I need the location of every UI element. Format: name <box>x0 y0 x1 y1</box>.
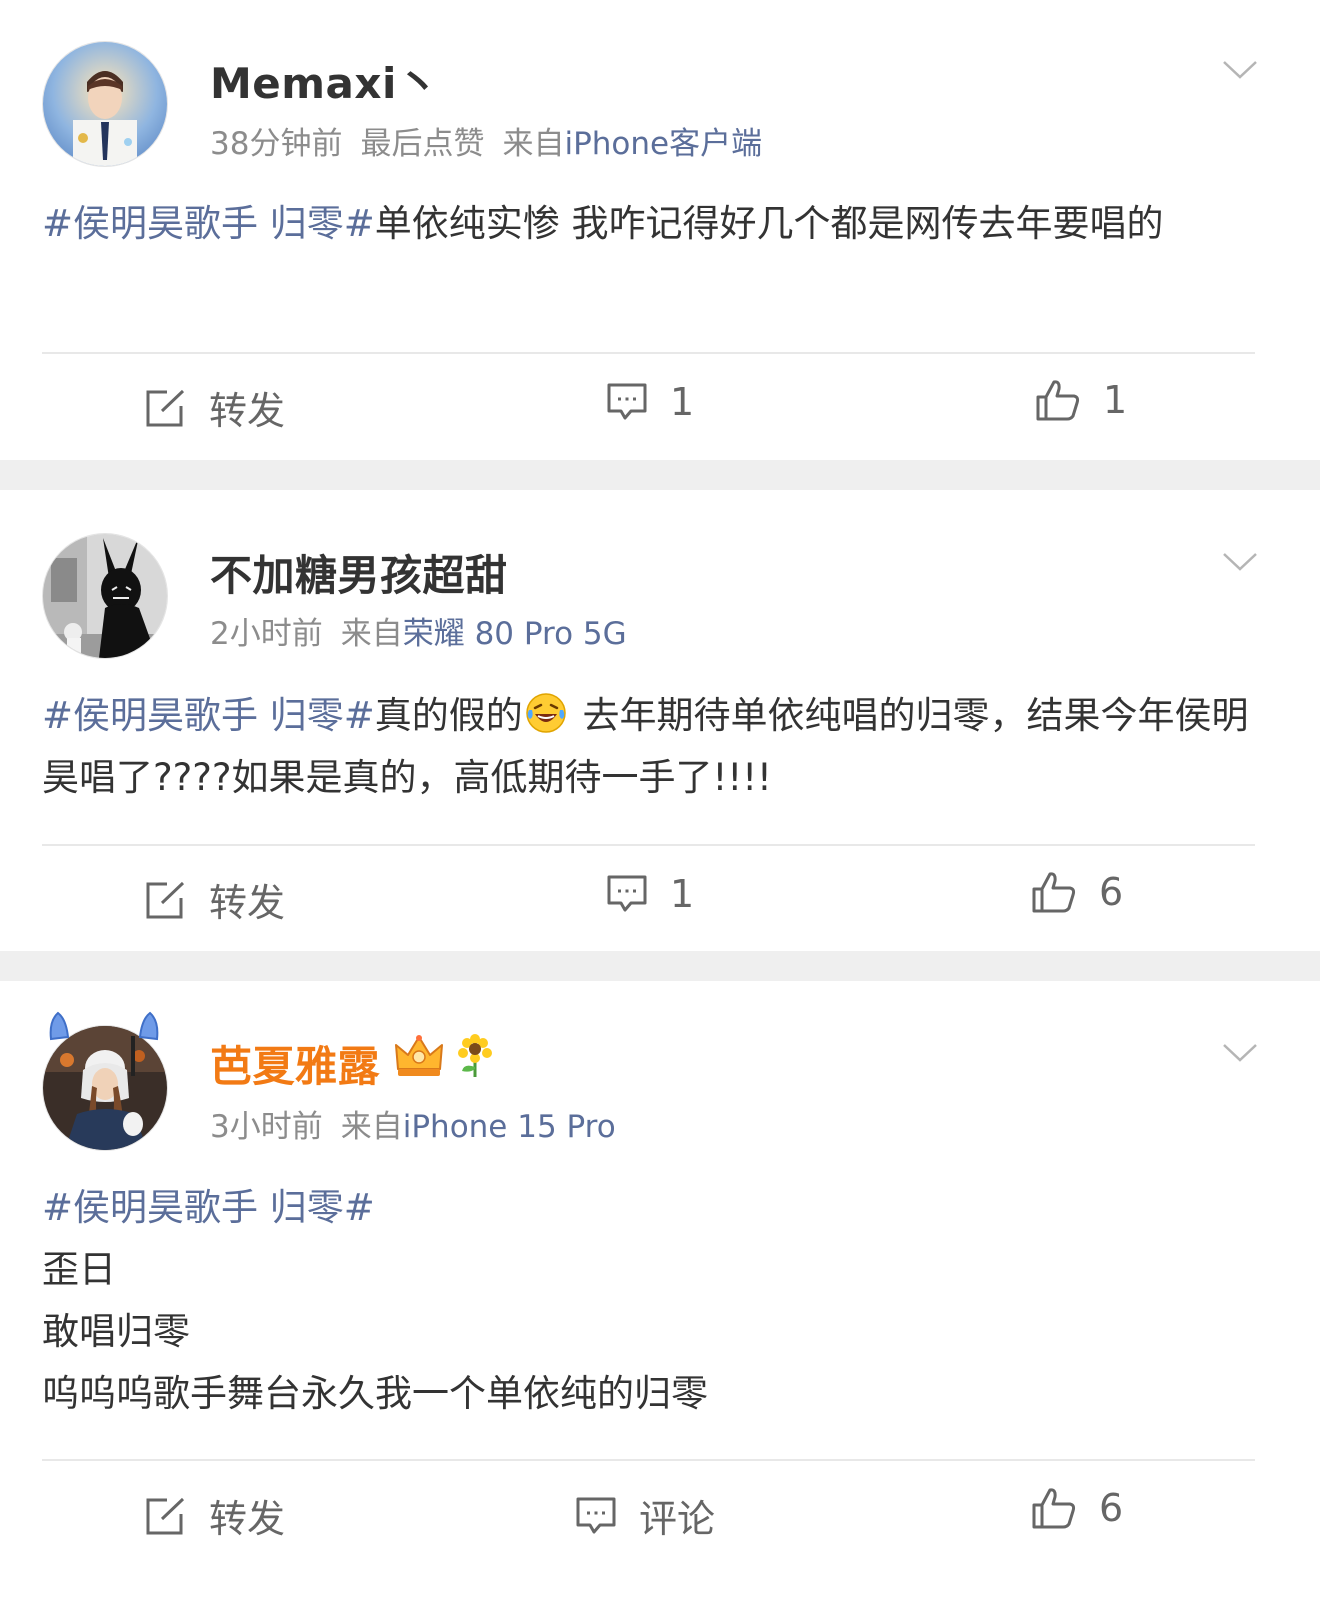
post-line: 敢唱归零 <box>42 1310 190 1353</box>
avatar[interactable] <box>42 533 168 659</box>
comment-button[interactable]: 评论 <box>575 1488 715 1543</box>
repost-button[interactable]: 转发 <box>145 872 285 927</box>
comment-button[interactable]: 1 <box>606 872 694 916</box>
like-count: 6 <box>1099 1486 1124 1530</box>
divider <box>42 844 1255 846</box>
source-device[interactable]: iPhone 15 Pro <box>403 1109 616 1145</box>
bunny-ear-decoration <box>49 1011 70 1041</box>
post-line: 歪日 <box>42 1248 116 1291</box>
avatar[interactable] <box>42 41 168 167</box>
source-prefix: 来自 <box>340 1109 403 1145</box>
repost-label: 转发 <box>209 1497 286 1541</box>
like-button[interactable]: 6 <box>1031 870 1123 914</box>
post-separator <box>0 460 1320 490</box>
laugh-cry-emoji-icon <box>526 693 566 733</box>
divider <box>42 1459 1255 1461</box>
repost-label: 转发 <box>209 881 286 925</box>
username[interactable]: 芭夏雅露 <box>210 1033 380 1094</box>
avatar[interactable] <box>42 1011 168 1151</box>
post-line: 呜呜呜歌手舞台永久我一个单依纯的归零 <box>42 1372 708 1415</box>
repost-icon <box>146 881 185 918</box>
topic-link[interactable]: #侯明昊歌手 归零# <box>42 1177 1262 1239</box>
thumbs-up-icon <box>1032 872 1076 913</box>
last-like-label: 最后点赞 <box>360 126 485 162</box>
topic-link[interactable]: #侯明昊歌手 归零# <box>42 202 375 245</box>
source-prefix: 来自 <box>340 616 403 652</box>
comment-card: Memaxi丶 38分钟前 最后点赞 来自iPhone客户端 #侯明昊歌手 归零#单… <box>0 0 1320 460</box>
comment-icon <box>576 1497 616 1533</box>
post-text-a: 真的假的 <box>374 694 523 737</box>
comment-button[interactable]: 1 <box>606 380 694 424</box>
post-meta: 3小时前 来自iPhone 15 Pro <box>210 1101 616 1146</box>
post-content: #侯明昊歌手 归零#单依纯实惨 我咋记得好几个都是网传去年要唱的 <box>42 193 1262 255</box>
chevron-down-icon[interactable] <box>1222 552 1258 572</box>
post-content: #侯明昊歌手 归零#真的假的 去年期待单依纯唱的归零，结果今年侯明昊唱了????… <box>42 685 1262 809</box>
thumbs-up-icon <box>1032 1488 1076 1529</box>
like-button[interactable]: 6 <box>1031 1486 1123 1530</box>
post-meta: 2小时前 来自荣耀 80 Pro 5G <box>210 608 627 653</box>
like-button[interactable]: 1 <box>1035 378 1127 422</box>
post-content: #侯明昊歌手 归零# 歪日 敢唱归零 呜呜呜歌手舞台永久我一个单依纯的归零 <box>42 1177 1262 1425</box>
sunflower-icon <box>458 1034 492 1077</box>
post-separator <box>0 951 1320 981</box>
source-prefix: 来自 <box>502 126 565 162</box>
chevron-down-icon[interactable] <box>1222 1043 1258 1063</box>
topic-link[interactable]: #侯明昊歌手 归零# <box>42 694 375 737</box>
chevron-down-icon[interactable] <box>1222 60 1258 80</box>
post-time: 38分钟前 <box>210 126 343 162</box>
comment-count: 1 <box>670 872 695 916</box>
thumbs-up-icon <box>1036 380 1080 421</box>
like-count: 1 <box>1103 378 1128 422</box>
comment-count: 1 <box>670 380 695 424</box>
post-time: 3小时前 <box>210 1109 323 1145</box>
comment-icon <box>607 383 647 420</box>
repost-button[interactable]: 转发 <box>145 380 285 435</box>
username[interactable]: 不加糖男孩超甜 <box>210 542 508 603</box>
bunny-ear-decoration <box>138 1011 159 1041</box>
comment-card: 不加糖男孩超甜 2小时前 来自荣耀 80 Pro 5G #侯明昊歌手 归零#真的假… <box>0 490 1320 951</box>
comment-icon <box>607 875 647 912</box>
like-count: 6 <box>1099 870 1124 914</box>
post-time: 2小时前 <box>210 616 323 652</box>
repost-icon <box>146 1497 185 1534</box>
repost-icon <box>146 389 185 426</box>
divider <box>42 352 1255 354</box>
crown-badge-icon[interactable] <box>392 1033 446 1079</box>
repost-button[interactable]: 转发 <box>145 1488 285 1543</box>
source-device[interactable]: 荣耀 80 Pro 5G <box>403 616 627 652</box>
comment-card: 芭夏雅露 3小时前 来自iPhone 15 Pro #侯明昊歌手 归零# 歪日 … <box>0 981 1320 1597</box>
source-device[interactable]: iPhone客户端 <box>564 126 762 162</box>
post-meta: 38分钟前 最后点赞 来自iPhone客户端 <box>210 118 762 163</box>
username[interactable]: Memaxi丶 <box>210 50 439 111</box>
comment-label: 评论 <box>639 1497 716 1541</box>
repost-label: 转发 <box>209 389 286 433</box>
post-text: 单依纯实惨 我咋记得好几个都是网传去年要唱的 <box>374 202 1164 245</box>
comment-feed: Memaxi丶 38分钟前 最后点赞 来自iPhone客户端 #侯明昊歌手 归零#单… <box>0 0 1320 1597</box>
